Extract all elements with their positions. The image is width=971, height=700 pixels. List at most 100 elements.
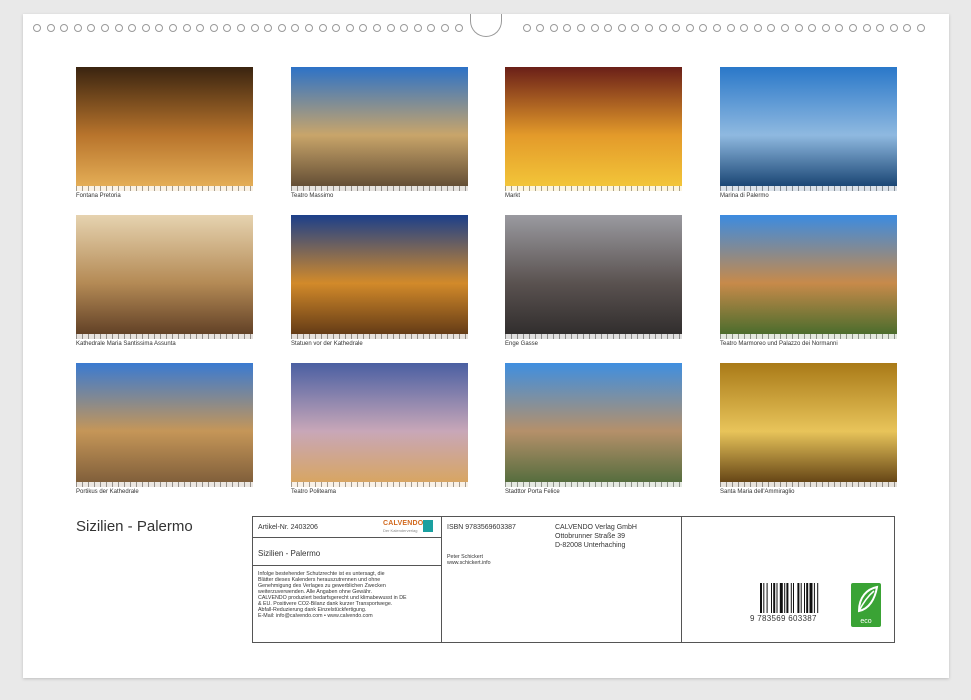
photo-marina xyxy=(720,67,897,191)
binding-ring xyxy=(903,24,912,32)
photo-strip xyxy=(505,482,682,487)
binding-ring xyxy=(87,24,96,32)
binding-ring xyxy=(876,24,885,32)
barcode xyxy=(760,583,819,613)
photo-strip xyxy=(76,482,253,487)
calendar-back-page: Fontana Pretoria Teatro Massimo Markt Ma… xyxy=(23,14,949,678)
divider xyxy=(253,537,441,538)
binding-ring xyxy=(427,24,436,32)
binding-ring xyxy=(685,24,694,32)
binding-ring xyxy=(781,24,789,32)
binding-ring xyxy=(726,24,735,32)
photo-strip xyxy=(291,482,468,487)
photo-caption: Kathedrale Maria Santissima Assunta xyxy=(76,341,176,347)
author-website: www.schickert.info xyxy=(447,560,491,566)
barcode-bar xyxy=(790,583,792,613)
binding-ring xyxy=(141,24,150,32)
binding-ring xyxy=(305,24,313,32)
barcode-bar xyxy=(784,583,786,613)
barcode-bar xyxy=(800,583,802,613)
product-title: Sizilien - Palermo xyxy=(258,549,321,558)
barcode-bar xyxy=(806,583,809,613)
binding-ring xyxy=(849,24,857,32)
eco-label: eco xyxy=(860,618,872,625)
binding-ring xyxy=(373,24,381,32)
binding-ring xyxy=(250,24,259,32)
binding-ring xyxy=(713,24,721,32)
leaf-icon xyxy=(857,585,879,613)
isbn: ISBN 9783569603387 xyxy=(447,524,516,531)
photo-portikus xyxy=(76,363,253,487)
publisher-line: CALVENDO Verlag GmbH xyxy=(555,524,637,531)
binding-ring xyxy=(740,24,749,32)
binding-ring xyxy=(658,24,667,32)
binding-ring xyxy=(155,24,164,32)
binding-ring xyxy=(917,24,925,32)
divider xyxy=(681,517,682,642)
photo-strip xyxy=(291,334,468,339)
hanger-notch xyxy=(470,14,502,37)
photo-porta-felice xyxy=(505,363,682,487)
eco-badge: eco xyxy=(851,583,881,627)
barcode-bar xyxy=(779,583,783,613)
binding-ring xyxy=(33,24,41,32)
barcode-bar xyxy=(797,583,800,613)
binding-ring xyxy=(441,24,449,32)
barcode-bar xyxy=(786,583,789,613)
calvendo-logo: CALVENDO xyxy=(383,520,424,527)
photo-kathedrale xyxy=(76,215,253,339)
calendar-title: Sizilien - Palermo xyxy=(76,518,193,535)
binding-ring xyxy=(60,24,69,32)
binding-ring xyxy=(400,24,409,32)
photo-santa-maria xyxy=(720,363,897,487)
publisher-line: D-82008 Unterhaching xyxy=(555,542,626,549)
barcode-digits: 9 783569 603387 xyxy=(750,614,817,623)
barcode-bar xyxy=(773,583,776,613)
binding-ring xyxy=(413,24,422,32)
photo-strip xyxy=(291,186,468,191)
barcode-bar xyxy=(813,583,815,613)
photo-fontana-pretoria xyxy=(76,67,253,191)
photo-strip xyxy=(720,334,897,339)
barcode-bar xyxy=(763,583,765,613)
barcode-bar xyxy=(809,583,813,613)
binding-ring xyxy=(590,24,599,32)
photo-statuen xyxy=(291,215,468,339)
binding-ring xyxy=(223,24,232,32)
binding-ring xyxy=(277,24,286,32)
binding-ring xyxy=(359,24,368,32)
binding-ring xyxy=(753,24,762,32)
calvendo-logo-mark xyxy=(423,520,433,532)
binding-ring xyxy=(264,24,273,32)
photo-caption: Santa Maria dell'Ammiraglio xyxy=(720,489,795,495)
photo-caption: Portikus der Kathedrale xyxy=(76,489,139,495)
publisher-line: Ottobrunner Straße 39 xyxy=(555,533,626,540)
binding-ring xyxy=(182,24,191,32)
barcode-bar xyxy=(766,583,768,613)
photo-strip xyxy=(505,334,682,339)
binding-ring xyxy=(821,24,830,32)
barcode-bar xyxy=(817,583,819,613)
calvendo-logo-sub: Der Kalenderverlag xyxy=(383,528,418,533)
binding-ring xyxy=(345,24,354,32)
binding-ring xyxy=(291,24,300,32)
barcode-bar xyxy=(804,583,805,613)
binding-ring xyxy=(563,24,572,32)
photo-strip xyxy=(505,186,682,191)
photo-caption: Teatro Politeama xyxy=(291,489,337,495)
binding-ring xyxy=(169,24,177,32)
binding-ring xyxy=(454,24,463,32)
binding-ring xyxy=(522,24,531,32)
binding-ring xyxy=(332,24,341,32)
photo-markt xyxy=(505,67,682,191)
binding-ring xyxy=(549,24,558,32)
binding-ring xyxy=(862,24,871,32)
article-number: Artikel-Nr. 2403206 xyxy=(258,524,318,531)
legal-line: E-Mail: info@calvendo.com • www.calvendo… xyxy=(258,613,373,619)
binding-ring xyxy=(835,24,844,32)
photo-strip xyxy=(720,482,897,487)
photo-strip xyxy=(720,186,897,191)
info-box: Artikel-Nr. 2403206 CALVENDO Der Kalende… xyxy=(252,516,895,643)
photo-teatro-massimo xyxy=(291,67,468,191)
photo-strip xyxy=(76,334,253,339)
